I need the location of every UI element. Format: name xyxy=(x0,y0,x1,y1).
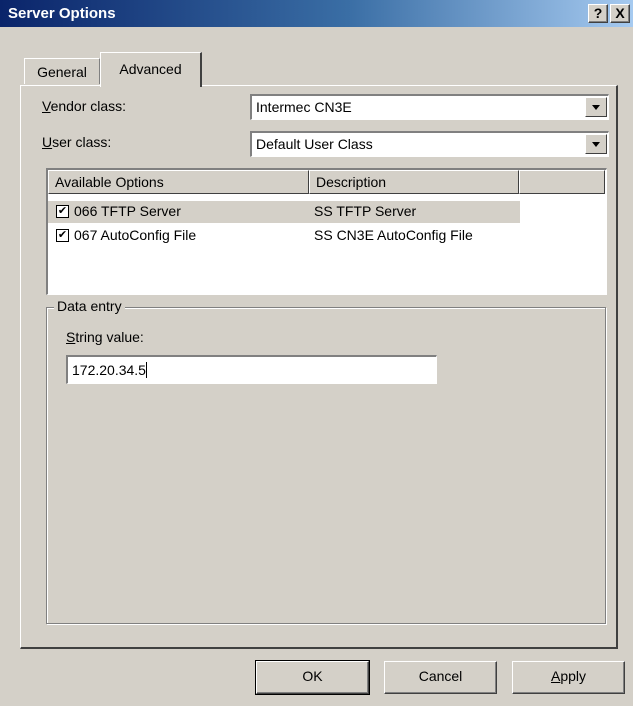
list-item[interactable]: ✔ 067 AutoConfig File SS CN3E AutoConfig… xyxy=(48,225,605,247)
user-class-label: User class: xyxy=(42,134,111,150)
window-title: Server Options xyxy=(8,5,116,22)
user-class-label-text: ser class: xyxy=(52,134,112,150)
available-options-list[interactable]: Available Options Description ✔ 066 TFTP… xyxy=(46,168,607,295)
vendor-class-value: Intermec CN3E xyxy=(256,99,352,115)
string-value-mnemonic: S xyxy=(66,329,76,345)
column-header-description[interactable]: Description xyxy=(309,170,519,194)
apply-label-text: pply xyxy=(560,668,587,684)
user-class-mnemonic: U xyxy=(42,134,53,150)
text-caret xyxy=(145,362,147,378)
title-bar[interactable]: Server Options ? X xyxy=(0,0,633,27)
apply-button[interactable]: Apply xyxy=(512,661,625,694)
vendor-class-mnemonic: V xyxy=(42,98,51,114)
help-button[interactable]: ? xyxy=(588,4,608,23)
column-header-available-options[interactable]: Available Options xyxy=(48,170,309,194)
column-header-empty xyxy=(519,170,605,194)
string-value-input[interactable]: 172.20.34.5 xyxy=(66,355,437,384)
checkbox[interactable]: ✔ xyxy=(56,229,69,242)
chevron-down-icon[interactable] xyxy=(585,134,607,154)
close-button[interactable]: X xyxy=(610,4,630,23)
string-value-label: String value: xyxy=(66,329,144,345)
option-description: SS CN3E AutoConfig File xyxy=(314,227,473,243)
ok-button[interactable]: OK xyxy=(255,660,370,695)
string-value-text: 172.20.34.5 xyxy=(72,362,146,378)
apply-mnemonic: A xyxy=(550,668,561,684)
data-entry-title: Data entry xyxy=(54,298,125,314)
vendor-class-select[interactable]: Intermec CN3E xyxy=(250,94,609,120)
option-name: 066 TFTP Server xyxy=(74,203,181,219)
option-name: 067 AutoConfig File xyxy=(74,227,197,243)
string-value-label-text: tring value: xyxy=(75,329,144,345)
checkbox[interactable]: ✔ xyxy=(56,205,69,218)
vendor-class-label: Vendor class: xyxy=(42,98,126,114)
tab-general[interactable]: General xyxy=(24,58,100,84)
cancel-button[interactable]: Cancel xyxy=(384,661,497,694)
user-class-value: Default User Class xyxy=(256,136,373,152)
tab-advanced[interactable]: Advanced xyxy=(100,52,202,87)
list-item[interactable]: ✔ 066 TFTP Server SS TFTP Server xyxy=(48,201,520,223)
user-class-select[interactable]: Default User Class xyxy=(250,131,609,157)
option-description: SS TFTP Server xyxy=(314,203,417,219)
chevron-down-icon[interactable] xyxy=(585,97,607,117)
vendor-class-label-text: endor class: xyxy=(50,98,127,114)
